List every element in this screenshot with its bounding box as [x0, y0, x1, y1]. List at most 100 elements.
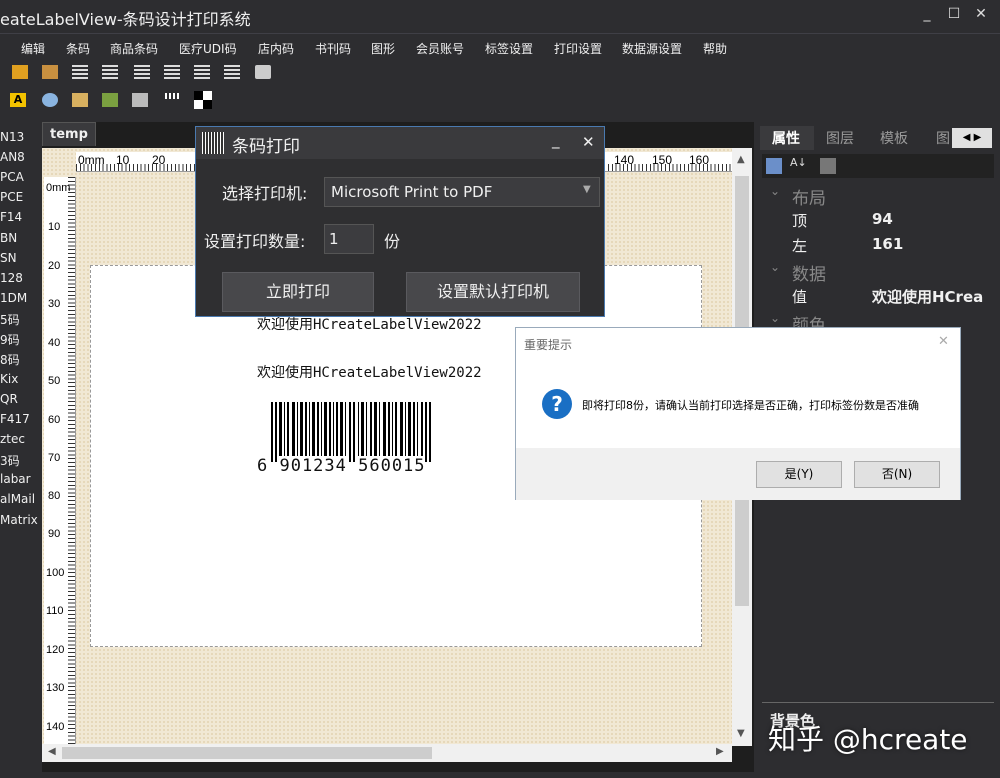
minimize-button[interactable]: _	[916, 6, 938, 22]
list-item[interactable]: PCA	[0, 170, 24, 184]
close-button[interactable]: ✕	[582, 133, 595, 151]
group-data: 数据	[792, 265, 826, 285]
prop-name: 左	[792, 237, 808, 255]
no-button[interactable]: 否(N)	[854, 461, 940, 488]
justify-icon[interactable]	[194, 65, 210, 79]
import-icon[interactable]	[102, 93, 118, 107]
menu-member[interactable]: 会员账号	[416, 40, 464, 57]
quantity-input[interactable]: 1	[324, 224, 374, 254]
print-dialog-title: 条码打印	[232, 137, 300, 157]
qrcode-tool-icon[interactable]	[194, 91, 212, 109]
menu-print-settings[interactable]: 打印设置	[554, 40, 602, 57]
maximize-button[interactable]: ☐	[943, 6, 965, 22]
tab-layers[interactable]: 图层	[826, 128, 854, 148]
tab-properties[interactable]: 属性	[772, 128, 800, 148]
scroll-down-icon[interactable]: ▼	[737, 728, 745, 739]
list-item[interactable]: F14	[0, 210, 22, 224]
list-item[interactable]: 3码	[0, 452, 20, 469]
barcode-tool-icon[interactable]	[165, 93, 181, 99]
menu-datasource[interactable]: 数据源设置	[622, 40, 682, 57]
list-item[interactable]: 1DM	[0, 291, 27, 305]
print-now-button[interactable]: 立即打印	[222, 272, 374, 312]
print-dialog: 条码打印 _ ✕ 选择打印机: Microsoft Print to PDF ▼…	[195, 126, 605, 317]
ruler-label: 60	[48, 414, 61, 426]
chevron-down-icon[interactable]: ⌄	[770, 184, 780, 198]
align-center-icon[interactable]	[224, 65, 240, 79]
scroll-up-icon[interactable]: ▲	[737, 154, 745, 165]
list-item[interactable]: ztec	[0, 432, 25, 446]
label-text[interactable]: 欢迎使用HCreateLabelView2022	[257, 314, 482, 334]
list-item[interactable]: PCE	[0, 190, 23, 204]
tab-scroll-icon[interactable]: ◀ ▶	[952, 128, 992, 148]
align-right-icon[interactable]	[102, 65, 118, 79]
minimize-button[interactable]: _	[552, 131, 560, 149]
align-left-icon[interactable]	[72, 65, 88, 79]
list-item[interactable]: QR	[0, 392, 18, 406]
menu-store-code[interactable]: 店内码	[258, 40, 294, 57]
ruler-label: 40	[48, 337, 61, 349]
ruler-ticks	[68, 177, 75, 744]
printer-select[interactable]: Microsoft Print to PDF ▼	[324, 177, 600, 207]
menu-product-barcode[interactable]: 商品条码	[110, 40, 158, 57]
chevron-down-icon[interactable]: ⌄	[770, 311, 780, 325]
prop-name: 顶	[792, 212, 808, 230]
ruler-label: 160	[689, 153, 710, 167]
scroll-thumb[interactable]	[62, 747, 432, 759]
list-item[interactable]: 9码	[0, 331, 20, 348]
quantity-value: 1	[329, 230, 339, 248]
list-item[interactable]: BN	[0, 231, 17, 245]
categorized-icon[interactable]	[766, 158, 782, 174]
printer-select-value: Microsoft Print to PDF	[331, 183, 493, 201]
tab-more[interactable]: 图	[936, 128, 950, 148]
ruler-label: 10	[116, 153, 130, 167]
ruler-label: 10	[48, 221, 61, 233]
close-button[interactable]: ✕	[938, 334, 949, 349]
menu-edit[interactable]: 编辑	[21, 40, 45, 57]
barcode-graphic[interactable]	[269, 402, 449, 462]
menu-help[interactable]: 帮助	[703, 40, 727, 57]
menu-udi[interactable]: 医疗UDI码	[179, 40, 237, 57]
label-text[interactable]: 欢迎使用HCreateLabelView2022	[257, 362, 482, 382]
text-tool-icon[interactable]: A	[10, 93, 26, 107]
yes-button[interactable]: 是(Y)	[756, 461, 842, 488]
chart-icon[interactable]	[132, 93, 148, 107]
tab-temp[interactable]: temp	[42, 122, 96, 146]
list-item[interactable]: N13	[0, 130, 24, 144]
print-icon[interactable]	[255, 65, 271, 79]
list-icon[interactable]	[134, 65, 150, 79]
tab-templates[interactable]: 模板	[880, 128, 908, 148]
menu-shapes[interactable]: 图形	[371, 40, 395, 57]
horizontal-scrollbar[interactable]: ◀ ▶	[42, 744, 732, 762]
scroll-left-icon[interactable]: ◀	[48, 746, 56, 757]
list-item[interactable]: 5码	[0, 311, 20, 328]
prop-value[interactable]: 欢迎使用HCrea	[872, 286, 996, 307]
prop-value[interactable]: 94	[872, 210, 893, 228]
toolbar-formatting	[0, 60, 740, 84]
menu-book-code[interactable]: 书刊码	[315, 40, 351, 57]
sort-az-icon[interactable]: A↓	[790, 156, 807, 169]
picture-icon[interactable]	[72, 93, 88, 107]
list-item[interactable]: 128	[0, 271, 23, 285]
list-item[interactable]: AN8	[0, 150, 25, 164]
list-item[interactable]: alMail	[0, 492, 35, 506]
list-item[interactable]: 8码	[0, 351, 20, 368]
menu-barcode[interactable]: 条码	[66, 40, 90, 57]
prop-value[interactable]: 161	[872, 235, 903, 253]
list-item[interactable]: Kix	[0, 372, 18, 386]
set-default-printer-button[interactable]: 设置默认打印机	[406, 272, 580, 312]
ruler-label: 150	[652, 153, 673, 167]
paste-icon[interactable]	[42, 65, 58, 79]
confirm-message: 即将打印8份，请确认当前打印选择是否正确，打印标签份数是否准确	[582, 399, 919, 412]
image-tool-icon[interactable]	[42, 93, 58, 107]
numbered-list-icon[interactable]	[164, 65, 180, 79]
close-button[interactable]: ✕	[970, 6, 992, 22]
list-item[interactable]: SN	[0, 251, 17, 265]
property-pages-icon[interactable]	[820, 158, 836, 174]
list-item[interactable]: F417	[0, 412, 30, 426]
list-item[interactable]: labar	[0, 472, 31, 486]
list-item[interactable]: Matrix	[0, 513, 38, 527]
scroll-right-icon[interactable]: ▶	[716, 746, 724, 757]
menu-label-settings[interactable]: 标签设置	[485, 40, 533, 57]
chevron-down-icon[interactable]: ⌄	[770, 260, 780, 274]
folder-icon[interactable]	[12, 65, 28, 79]
